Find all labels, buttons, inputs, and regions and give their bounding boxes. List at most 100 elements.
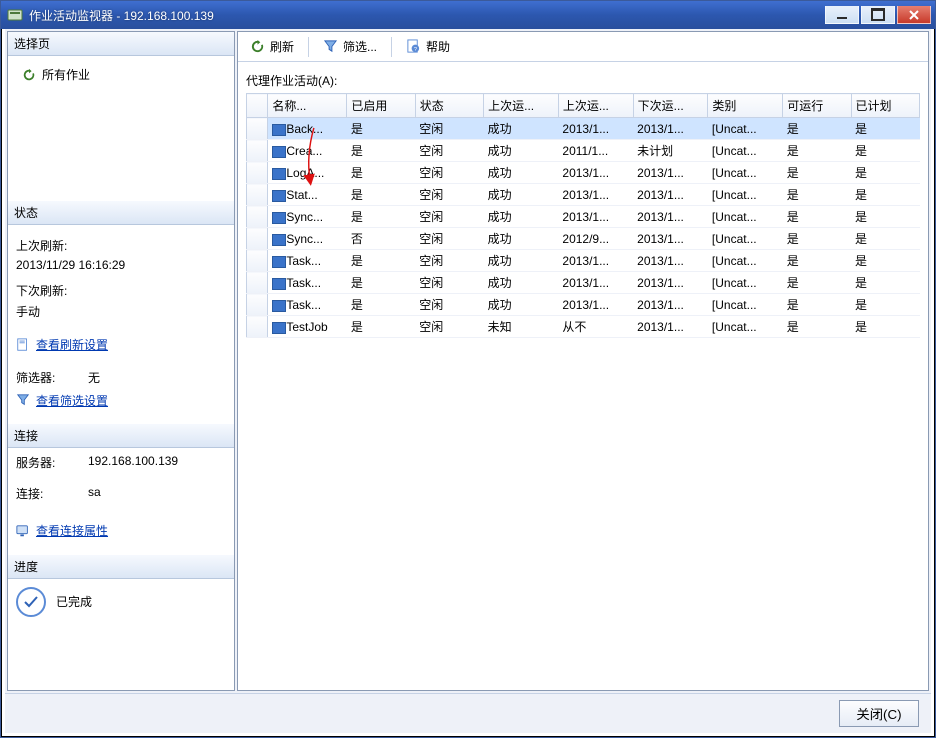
table-cell[interactable]: 是 (347, 118, 415, 140)
row-header[interactable] (247, 162, 268, 184)
table-cell[interactable]: 是 (851, 250, 919, 272)
table-cell[interactable]: 空闲 (415, 250, 483, 272)
table-cell[interactable]: 是 (851, 272, 919, 294)
table-cell[interactable]: 是 (851, 162, 919, 184)
table-cell[interactable]: 2013/1... (633, 228, 708, 250)
table-cell[interactable]: 是 (347, 316, 415, 338)
help-button[interactable]: ? 帮助 (400, 36, 456, 57)
table-cell[interactable]: 2013/1... (633, 184, 708, 206)
table-row[interactable]: Sync...否空闲成功2012/9...2013/1...[Uncat...是… (247, 228, 920, 250)
table-cell[interactable]: 从不 (558, 316, 633, 338)
table-row[interactable]: Task...是空闲成功2013/1...2013/1...[Uncat...是… (247, 294, 920, 316)
table-cell[interactable]: [Uncat... (708, 250, 783, 272)
table-cell[interactable]: 是 (347, 184, 415, 206)
table-cell[interactable]: 2013/1... (633, 250, 708, 272)
table-cell[interactable]: 2013/1... (633, 162, 708, 184)
table-cell[interactable]: Task... (268, 294, 347, 316)
table-row[interactable]: Crea...是空闲成功2011/1...未计划[Uncat...是是 (247, 140, 920, 162)
table-row[interactable]: Stat...是空闲成功2013/1...2013/1...[Uncat...是… (247, 184, 920, 206)
row-header[interactable] (247, 206, 268, 228)
column-header[interactable]: 名称... (268, 94, 347, 118)
table-cell[interactable]: 是 (783, 272, 851, 294)
table-cell[interactable]: 是 (851, 228, 919, 250)
table-cell[interactable]: 是 (783, 294, 851, 316)
table-cell[interactable]: 成功 (484, 294, 559, 316)
table-cell[interactable]: 2013/1... (558, 184, 633, 206)
row-header[interactable] (247, 316, 268, 338)
table-row[interactable]: Sync...是空闲成功2013/1...2013/1...[Uncat...是… (247, 206, 920, 228)
table-cell[interactable]: 否 (347, 228, 415, 250)
table-cell[interactable]: 成功 (484, 162, 559, 184)
table-cell[interactable]: 未知 (484, 316, 559, 338)
table-cell[interactable]: 是 (851, 206, 919, 228)
table-cell[interactable]: 2013/1... (633, 206, 708, 228)
table-cell[interactable]: 空闲 (415, 118, 483, 140)
table-cell[interactable]: 成功 (484, 206, 559, 228)
table-cell[interactable]: 空闲 (415, 228, 483, 250)
table-row[interactable]: Task...是空闲成功2013/1...2013/1...[Uncat...是… (247, 272, 920, 294)
table-cell[interactable]: [Uncat... (708, 294, 783, 316)
row-header[interactable] (247, 250, 268, 272)
view-refresh-settings-link[interactable]: 查看刷新设置 (16, 336, 108, 353)
table-cell[interactable]: 是 (783, 206, 851, 228)
table-cell[interactable]: Back... (268, 118, 347, 140)
row-header[interactable] (247, 228, 268, 250)
table-cell[interactable]: 是 (851, 316, 919, 338)
table-cell[interactable]: [Uncat... (708, 118, 783, 140)
table-cell[interactable]: 成功 (484, 228, 559, 250)
table-cell[interactable]: Crea... (268, 140, 347, 162)
minimize-button[interactable] (825, 6, 859, 24)
column-header[interactable]: 已启用 (347, 94, 415, 118)
column-header[interactable]: 上次运... (558, 94, 633, 118)
table-cell[interactable]: 空闲 (415, 140, 483, 162)
table-cell[interactable]: 2013/1... (633, 294, 708, 316)
table-row[interactable]: Task...是空闲成功2013/1...2013/1...[Uncat...是… (247, 250, 920, 272)
row-header[interactable] (247, 118, 268, 140)
table-cell[interactable]: [Uncat... (708, 140, 783, 162)
table-cell[interactable]: 空闲 (415, 206, 483, 228)
table-cell[interactable]: 是 (851, 294, 919, 316)
table-cell[interactable]: 成功 (484, 140, 559, 162)
table-cell[interactable]: 2013/1... (558, 272, 633, 294)
table-cell[interactable]: 成功 (484, 272, 559, 294)
table-cell[interactable]: 是 (783, 184, 851, 206)
table-cell[interactable]: 2013/1... (558, 162, 633, 184)
table-cell[interactable]: 2012/9... (558, 228, 633, 250)
table-cell[interactable]: 是 (851, 140, 919, 162)
table-cell[interactable]: Task... (268, 250, 347, 272)
table-cell[interactable]: LogA... (268, 162, 347, 184)
table-cell[interactable]: Sync... (268, 206, 347, 228)
filter-button[interactable]: 筛选... (317, 36, 383, 57)
table-cell[interactable]: 空闲 (415, 162, 483, 184)
table-cell[interactable]: 是 (783, 118, 851, 140)
table-row[interactable]: TestJob是空闲未知从不2013/1...[Uncat...是是 (247, 316, 920, 338)
table-cell[interactable]: 空闲 (415, 294, 483, 316)
table-cell[interactable]: 2013/1... (633, 316, 708, 338)
table-cell[interactable]: 2011/1... (558, 140, 633, 162)
row-header[interactable] (247, 140, 268, 162)
table-cell[interactable]: [Uncat... (708, 316, 783, 338)
table-cell[interactable]: 是 (783, 228, 851, 250)
view-filter-settings-link[interactable]: 查看筛选设置 (16, 392, 108, 409)
jobs-table[interactable]: 名称...已启用状态上次运...上次运...下次运...类别可运行已计划 Bac… (246, 93, 920, 338)
table-cell[interactable]: 是 (783, 162, 851, 184)
table-cell[interactable]: 2013/1... (558, 294, 633, 316)
table-cell[interactable]: 成功 (484, 250, 559, 272)
table-cell[interactable]: 成功 (484, 118, 559, 140)
table-cell[interactable]: 2013/1... (633, 272, 708, 294)
table-row[interactable]: LogA...是空闲成功2013/1...2013/1...[Uncat...是… (247, 162, 920, 184)
view-connection-props-link[interactable]: 查看连接属性 (16, 522, 108, 539)
title-bar[interactable]: 作业活动监视器 - 192.168.100.139 (1, 1, 935, 29)
table-cell[interactable]: 成功 (484, 184, 559, 206)
column-header[interactable]: 类别 (708, 94, 783, 118)
table-cell[interactable]: Stat... (268, 184, 347, 206)
table-cell[interactable]: [Uncat... (708, 184, 783, 206)
table-cell[interactable]: 是 (851, 184, 919, 206)
row-header[interactable] (247, 184, 268, 206)
column-header[interactable]: 下次运... (633, 94, 708, 118)
table-cell[interactable]: [Uncat... (708, 228, 783, 250)
table-cell[interactable]: 空闲 (415, 316, 483, 338)
close-button[interactable]: 关闭(C) (839, 700, 919, 727)
table-cell[interactable]: 是 (783, 140, 851, 162)
table-row[interactable]: Back...是空闲成功2013/1...2013/1...[Uncat...是… (247, 118, 920, 140)
